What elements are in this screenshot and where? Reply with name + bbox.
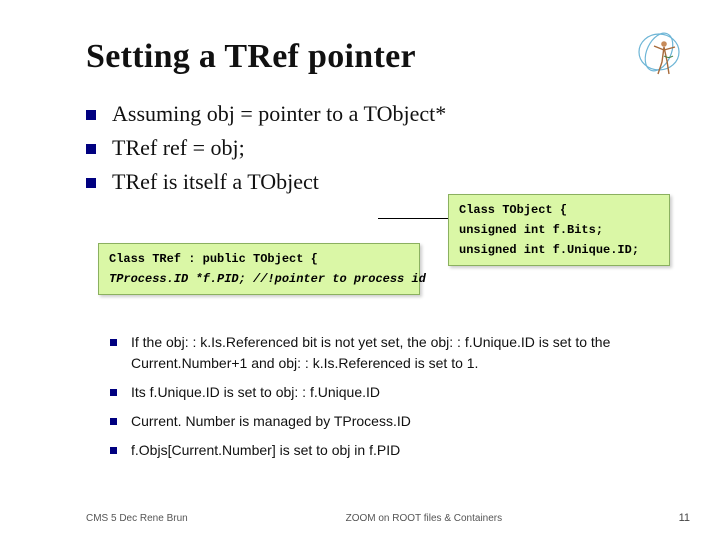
square-bullet-icon (110, 389, 117, 396)
slide-number: 11 (679, 512, 690, 524)
bullet-list-bottom: If the obj: : k.Is.Referenced bit is not… (86, 332, 660, 469)
bullet-item: Assuming obj = pointer to a TObject* (86, 98, 660, 130)
square-bullet-icon (86, 144, 96, 154)
square-bullet-icon (110, 339, 117, 346)
code-line: unsigned int f.Bits; (459, 223, 659, 237)
bullet-text: Assuming obj = pointer to a TObject* (112, 98, 446, 130)
slide: Setting a TRef pointer Assuming obj = po… (0, 0, 720, 540)
bullet-item: TRef ref = obj; (86, 132, 660, 164)
bullet-text: TRef ref = obj; (112, 132, 245, 164)
bullet-text: Its f.Unique.ID is set to obj: : f.Uniqu… (131, 382, 380, 403)
square-bullet-icon (110, 447, 117, 454)
footer: CMS 5 Dec Rene Brun ZOOM on ROOT files &… (0, 513, 720, 524)
bullet-item: If the obj: : k.Is.Referenced bit is not… (110, 332, 660, 374)
bullet-text: Current. Number is managed by TProcess.I… (131, 411, 411, 432)
code-line: unsigned int f.Unique.ID; (459, 243, 659, 257)
decorative-figure-icon (634, 28, 684, 86)
footer-left: CMS 5 Dec Rene Brun (86, 513, 188, 524)
bullet-item: Its f.Unique.ID is set to obj: : f.Uniqu… (110, 382, 660, 403)
bullet-item: TRef is itself a TObject (86, 166, 660, 198)
bullet-item: Current. Number is managed by TProcess.I… (110, 411, 660, 432)
square-bullet-icon (86, 110, 96, 120)
code-box-tref: Class TRef : public TObject { TProcess.I… (98, 243, 420, 295)
bullet-item: f.Objs[Current.Number] is set to obj in … (110, 440, 660, 461)
code-line: Class TRef : public TObject { (109, 252, 409, 266)
bullet-text: f.Objs[Current.Number] is set to obj in … (131, 440, 400, 461)
bullet-text: TRef is itself a TObject (112, 166, 319, 198)
code-line: TProcess.ID *f.PID; //!pointer to proces… (109, 272, 409, 286)
page-title: Setting a TRef pointer (86, 38, 660, 76)
bullet-list-top: Assuming obj = pointer to a TObject* TRe… (86, 98, 660, 198)
code-box-tobject: Class TObject { unsigned int f.Bits; uns… (448, 194, 670, 266)
footer-center: ZOOM on ROOT files & Containers (346, 513, 503, 524)
bullet-text: If the obj: : k.Is.Referenced bit is not… (131, 332, 660, 374)
connector-line (378, 218, 448, 219)
square-bullet-icon (86, 178, 96, 188)
square-bullet-icon (110, 418, 117, 425)
code-line: Class TObject { (459, 203, 659, 217)
